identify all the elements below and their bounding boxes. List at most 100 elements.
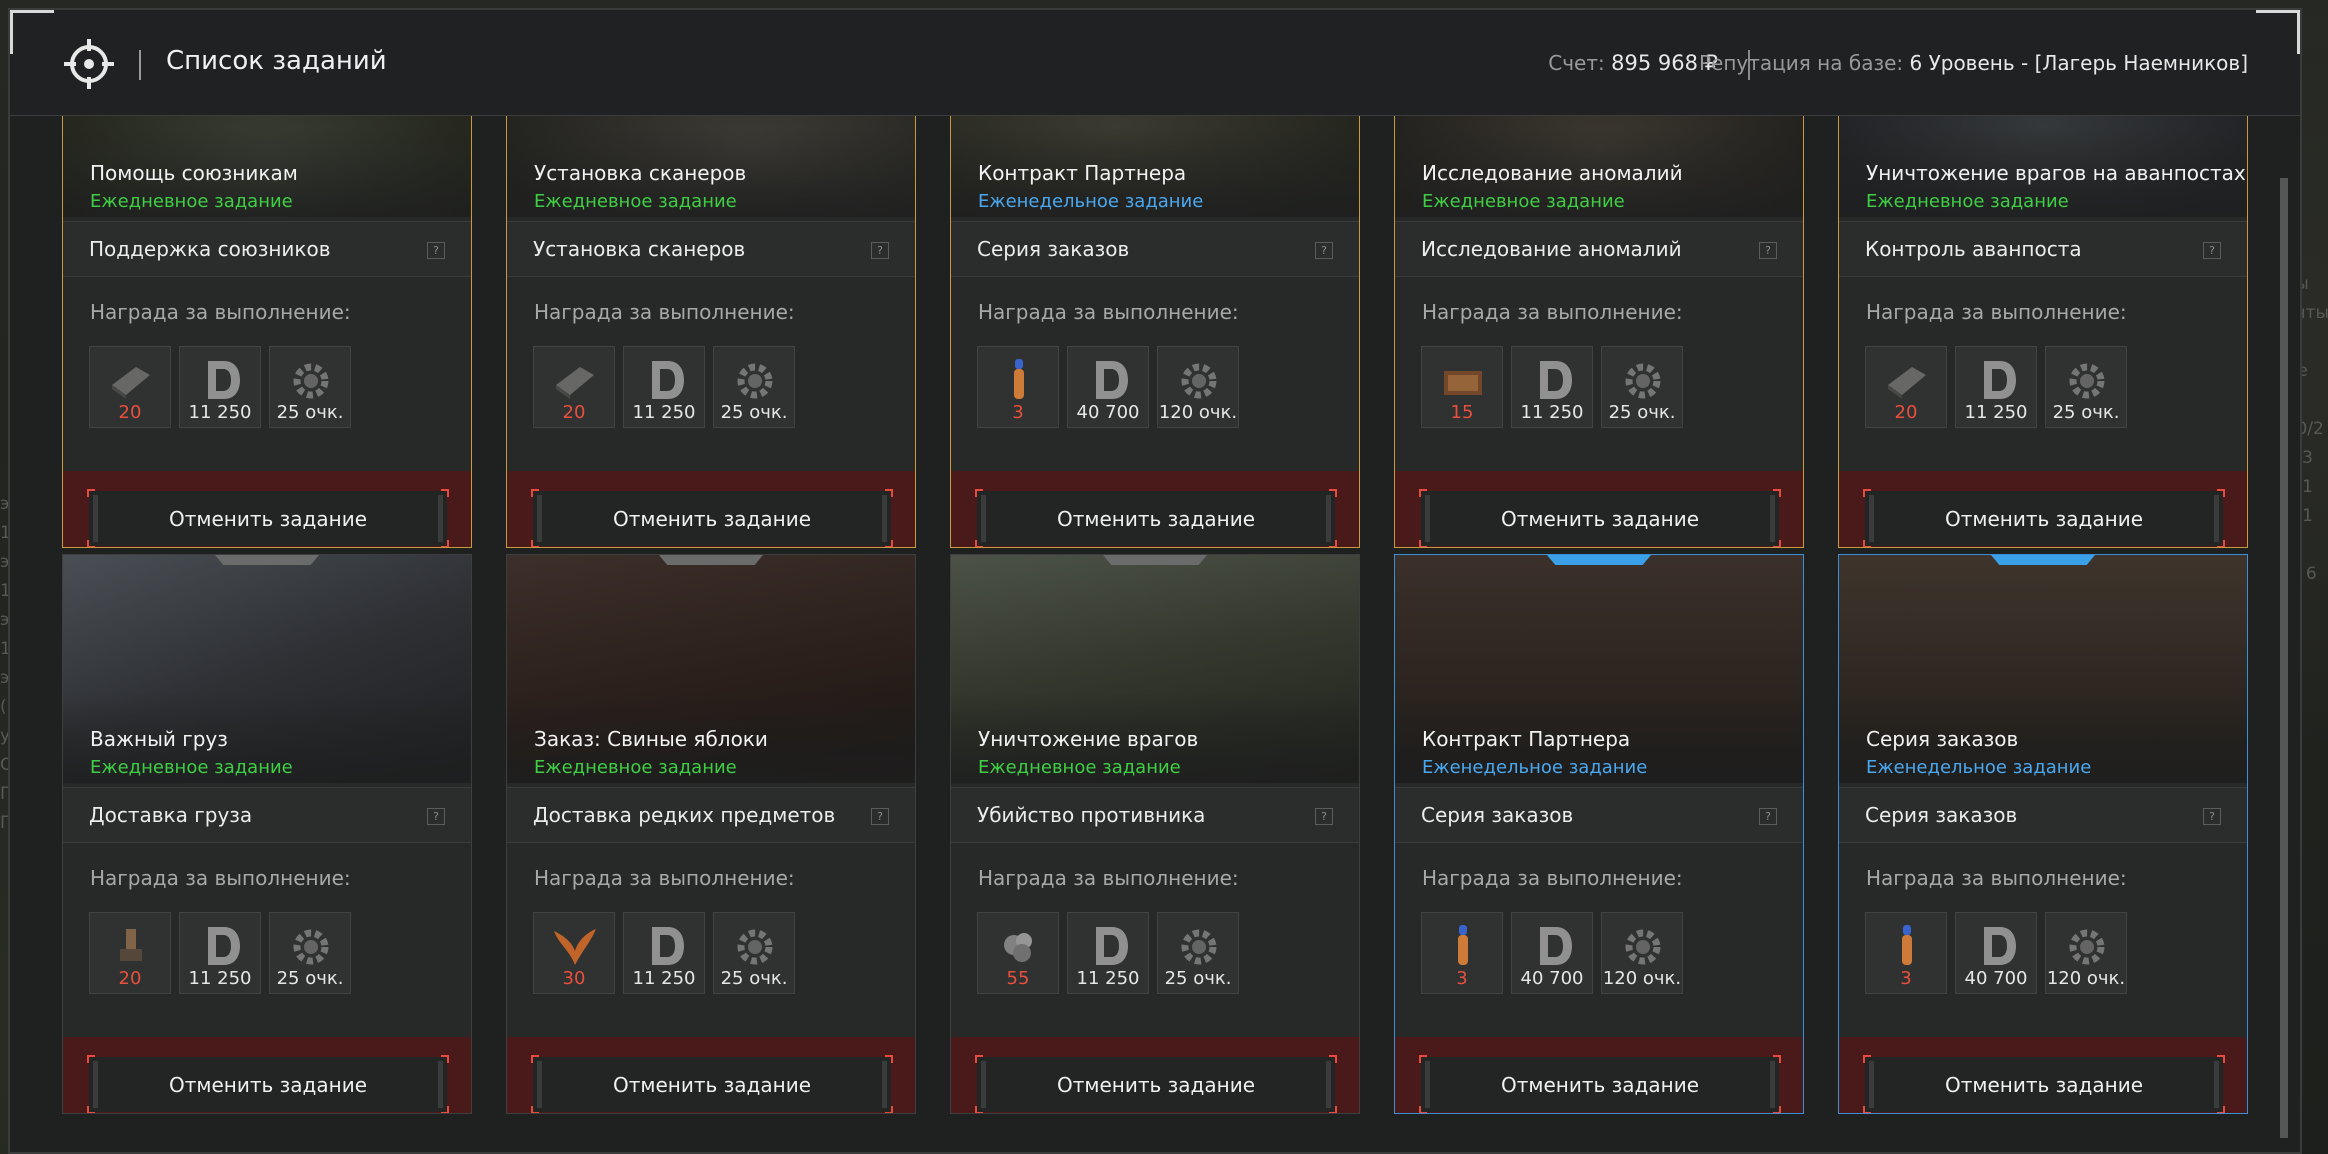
reward-slot[interactable]: 11 250 [179,912,261,994]
reward-slot[interactable]: 25 очк. [713,346,795,428]
quest-card[interactable]: Заказ: Свиные яблоки Ежедневное задание … [506,554,916,1114]
reward-value: 3 [1012,402,1024,423]
cancel-quest-button[interactable]: Отменить задание [531,489,893,547]
cancel-quest-button[interactable]: Отменить задание [87,489,449,547]
reward-slot[interactable]: 25 очк. [2045,346,2127,428]
quest-subtitle: Серия заказов [1865,803,2018,827]
reward-slot[interactable]: 3 [1421,912,1503,994]
quest-card[interactable]: Уничтожение врагов Ежедневное задание Уб… [950,554,1360,1114]
reward-value: 15 [1450,402,1474,423]
quest-subtitle-row: Доставка груза ? [63,787,471,843]
reward-list: 3 40 700 120 очк. [1865,912,2127,994]
reward-label: Награда за выполнение: [90,866,351,890]
quest-subtitle: Установка сканеров [533,237,746,261]
cancel-quest-button[interactable]: Отменить задание [975,1055,1337,1113]
reward-value: 40 700 [1964,968,2028,989]
quest-card[interactable]: Серия заказов Еженедельное задание Серия… [1838,554,2248,1114]
scrollbar-thumb[interactable] [2280,178,2288,1138]
reward-slot[interactable]: 15 [1421,346,1503,428]
part-icon [106,921,156,971]
reward-value: 25 очк. [720,402,788,423]
cancel-quest-button[interactable]: Отменить задание [531,1055,893,1113]
cancel-quest-button[interactable]: Отменить задание [1419,489,1781,547]
help-icon[interactable]: ? [427,808,445,825]
quest-name: Исследование аномалий [1422,161,1683,185]
points-gear-icon [730,355,780,405]
help-icon[interactable]: ? [1315,808,1333,825]
quest-subtitle-row: Исследование аномалий ? [1395,221,1803,277]
reward-slot[interactable]: 40 700 [1955,912,2037,994]
reward-slot[interactable]: 25 очк. [269,912,351,994]
button-edge [1770,495,1775,542]
reward-value: 20 [1894,402,1918,423]
help-icon[interactable]: ? [871,242,889,259]
help-icon[interactable]: ? [1759,242,1777,259]
help-icon[interactable]: ? [2203,242,2221,259]
quest-period: Ежедневное задание [1866,191,2069,212]
reward-slot[interactable]: 25 очк. [1601,346,1683,428]
window-corner [10,10,54,54]
quest-period: Ежедневное задание [534,757,737,778]
reward-slot[interactable]: 30 [533,912,615,994]
reward-slot[interactable]: 120 очк. [2045,912,2127,994]
help-icon[interactable]: ? [871,808,889,825]
reward-slot[interactable]: 11 250 [623,912,705,994]
reward-slot[interactable]: 25 очк. [713,912,795,994]
points-gear-icon [730,921,780,971]
button-corner [87,1055,95,1063]
card-tab-marker [1547,555,1651,565]
button-corner [975,1055,983,1063]
document-icon [1438,355,1488,405]
reward-slot[interactable]: 55 [977,912,1059,994]
cancel-quest-button[interactable]: Отменить задание [87,1055,449,1113]
cancel-quest-button[interactable]: Отменить задание [1863,1055,2225,1113]
reward-value: 120 очк. [1602,968,1682,989]
help-icon[interactable]: ? [1315,242,1333,259]
button-corner [885,1055,893,1063]
quest-subtitle-row: Серия заказов ? [1839,787,2247,843]
reward-slot[interactable]: 11 250 [179,346,261,428]
help-icon[interactable]: ? [427,242,445,259]
help-icon[interactable]: ? [2203,808,2221,825]
reward-value: 3 [1456,968,1468,989]
cancel-quest-button[interactable]: Отменить задание [975,489,1337,547]
quest-card[interactable]: Важный груз Ежедневное задание Доставка … [62,554,472,1114]
cancel-quest-button[interactable]: Отменить задание [1863,489,2225,547]
quest-card[interactable]: Контракт Партнера Еженедельное задание С… [1394,554,1804,1114]
reward-slot[interactable]: 11 250 [1955,346,2037,428]
points-gear-icon [286,921,336,971]
reward-slot[interactable]: 20 [89,346,171,428]
button-corner [975,489,983,497]
reward-slot[interactable]: 40 700 [1067,346,1149,428]
reward-value: 25 очк. [1164,968,1232,989]
button-edge [2214,495,2219,542]
card-footer: Отменить задание [1395,471,1803,547]
reward-slot[interactable]: 3 [977,346,1059,428]
reward-value: 11 250 [1520,402,1584,423]
reward-slot[interactable]: 20 [89,912,171,994]
reward-slot[interactable]: 11 250 [1067,912,1149,994]
reward-slot[interactable]: 40 700 [1511,912,1593,994]
reward-slot[interactable]: 25 очк. [1157,912,1239,994]
scrollbar[interactable] [2280,178,2288,1138]
reward-slot[interactable]: 25 очк. [269,346,351,428]
reward-slot[interactable]: 120 очк. [1601,912,1683,994]
card-tab-marker [1991,555,2095,565]
reward-slot[interactable]: 11 250 [1511,346,1593,428]
button-corner [1329,1055,1337,1063]
button-edge [882,495,887,542]
help-icon[interactable]: ? [1759,808,1777,825]
reward-slot[interactable]: 11 250 [623,346,705,428]
card-footer: Отменить задание [507,1037,915,1113]
reward-slot[interactable]: 120 очк. [1157,346,1239,428]
quest-subtitle: Контроль аванпоста [1865,237,2082,261]
reward-slot[interactable]: 20 [1865,346,1947,428]
reward-list: 20 11 250 25 очк. [89,346,351,428]
currency-icon [640,921,690,971]
cancel-quest-button[interactable]: Отменить задание [1419,1055,1781,1113]
quest-name: Помощь союзникам [90,161,298,185]
reward-slot[interactable]: 20 [533,346,615,428]
button-edge [537,495,542,542]
button-corner [531,489,539,497]
reward-slot[interactable]: 3 [1865,912,1947,994]
